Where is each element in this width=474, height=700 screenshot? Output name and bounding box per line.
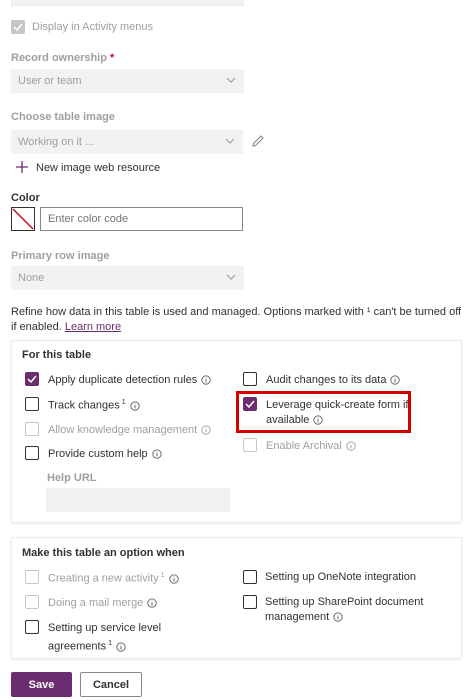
record-ownership-value: User or team <box>18 75 82 87</box>
info-icon[interactable] <box>152 449 162 459</box>
option-when-title: Make this table an option when <box>22 547 185 559</box>
onenote-checkbox[interactable] <box>243 570 257 584</box>
checkmark-icon <box>27 375 37 383</box>
color-label: Color <box>11 192 40 204</box>
info-icon[interactable] <box>201 375 211 385</box>
for-this-table-title: For this table <box>22 349 92 361</box>
duplicate-detection-checkbox[interactable] <box>25 372 39 386</box>
primary-row-image-dropdown[interactable]: None <box>11 266 244 290</box>
table-image-dropdown[interactable]: Working on it ... <box>11 130 243 154</box>
table-image-label: Choose table image <box>11 111 115 123</box>
info-icon[interactable] <box>346 441 356 451</box>
custom-help-label: Provide custom help <box>48 448 162 460</box>
options-description: Refine how data in this table is used an… <box>11 305 466 335</box>
audit-changes-label: Audit changes to its data <box>266 374 401 386</box>
quick-create-checkbox[interactable] <box>243 397 257 411</box>
service-level-checkbox[interactable] <box>25 620 39 634</box>
info-icon[interactable] <box>333 612 343 622</box>
display-activity-checkbox[interactable] <box>11 20 25 34</box>
quick-create-label: Leverage quick-create form if available <box>266 399 409 426</box>
enable-archival-label: Enable Archival <box>266 440 356 452</box>
chevron-down-icon <box>226 77 236 83</box>
custom-help-checkbox[interactable] <box>25 446 39 460</box>
display-activity-label: Display in Activity menus <box>32 21 154 33</box>
audit-changes-checkbox[interactable] <box>243 372 257 386</box>
creating-activity-label: Creating a new activity 1 <box>48 572 179 585</box>
service-level-label: Setting up service level agreements 1 <box>48 622 162 653</box>
info-icon[interactable] <box>313 415 324 425</box>
mail-merge-checkbox[interactable] <box>25 595 39 609</box>
primary-row-image-value: None <box>18 272 45 284</box>
checkmark-icon <box>13 23 23 31</box>
creating-activity-checkbox[interactable] <box>25 570 39 584</box>
duplicate-detection-label: Apply duplicate detection rules <box>48 374 211 386</box>
info-icon[interactable] <box>147 598 158 608</box>
add-icon[interactable] <box>15 160 29 177</box>
onenote-label: Setting up OneNote integration <box>265 571 417 583</box>
color-swatch[interactable] <box>11 207 35 231</box>
primary-row-image-label: Primary row image <box>11 250 110 262</box>
info-icon[interactable] <box>390 375 401 385</box>
sharepoint-checkbox[interactable] <box>243 595 257 609</box>
track-changes-label: Track changes 1 <box>48 399 140 412</box>
chevron-down-icon <box>226 274 236 280</box>
info-icon[interactable] <box>130 401 140 411</box>
checkmark-icon <box>245 400 255 408</box>
top-partial-field <box>11 0 244 6</box>
cancel-button[interactable]: Cancel <box>80 672 142 697</box>
color-code-input[interactable] <box>40 207 243 231</box>
knowledge-management-checkbox[interactable] <box>25 422 39 436</box>
knowledge-management-label: Allow knowledge management <box>48 424 211 436</box>
track-changes-checkbox[interactable] <box>25 397 39 411</box>
table-image-value: Working on it ... <box>18 136 95 148</box>
help-url-input[interactable] <box>46 488 230 512</box>
save-button[interactable]: Save <box>11 672 72 697</box>
edit-pencil-icon[interactable] <box>250 133 266 152</box>
learn-more-link[interactable]: Learn more <box>65 321 121 333</box>
info-icon[interactable] <box>116 642 126 652</box>
mail-merge-label: Doing a mail merge <box>48 597 158 609</box>
enable-archival-checkbox[interactable] <box>243 438 257 452</box>
new-image-web-resource-link[interactable]: New image web resource <box>36 162 160 174</box>
help-url-label: Help URL <box>47 472 97 484</box>
chevron-down-icon <box>225 138 235 144</box>
no-color-icon <box>12 208 34 230</box>
info-icon[interactable] <box>168 574 179 584</box>
record-ownership-dropdown[interactable]: User or team <box>11 69 244 93</box>
sharepoint-label: Setting up SharePoint document managemen… <box>265 596 424 623</box>
record-ownership-label: Record ownership * <box>11 52 115 64</box>
info-icon[interactable] <box>201 425 211 435</box>
